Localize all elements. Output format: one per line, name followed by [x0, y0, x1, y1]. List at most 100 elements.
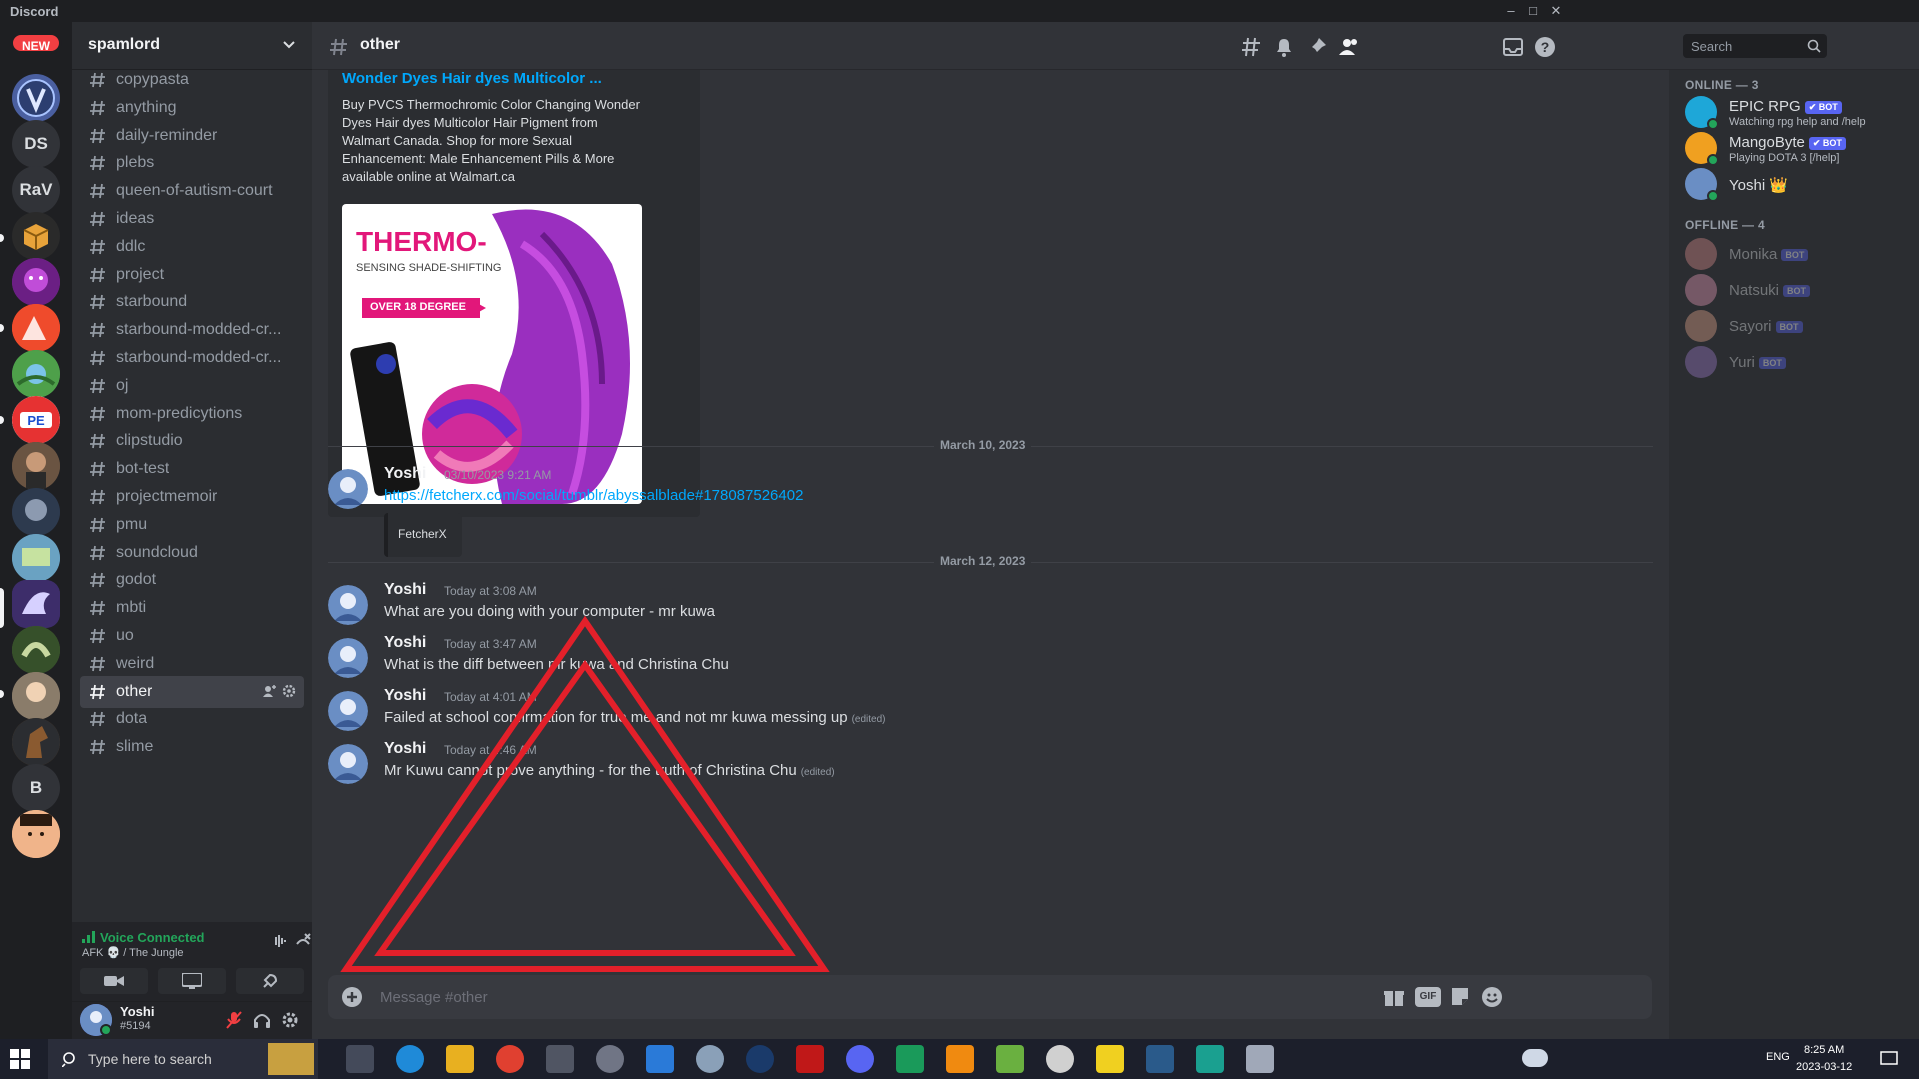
member-list-icon[interactable] [1337, 35, 1361, 59]
bell-icon[interactable] [1272, 35, 1296, 59]
server-icon-man[interactable] [12, 442, 60, 490]
guild-header[interactable]: spamlord [72, 22, 312, 70]
message-input[interactable] [380, 975, 1480, 1019]
gear-icon[interactable] [280, 1010, 300, 1030]
plus-icon[interactable] [342, 987, 362, 1007]
close-button[interactable]: ✕ [1545, 2, 1567, 20]
language-indicator[interactable]: ENG [1766, 1051, 1790, 1063]
member-item[interactable]: Yuri BOT [1677, 342, 1911, 384]
voice-location[interactable]: AFK 💀 / The Jungle [82, 946, 184, 959]
server-icon-pixel[interactable] [12, 534, 60, 582]
message-author[interactable]: Yoshi [384, 740, 426, 758]
server-icon-rav[interactable]: RaV [12, 166, 60, 214]
invite-icon[interactable] [262, 684, 276, 698]
vlc-icon[interactable] [946, 1045, 974, 1073]
steam-icon[interactable] [746, 1045, 774, 1073]
server-icon-person[interactable] [12, 672, 60, 720]
server-icon-purple[interactable] [12, 258, 60, 306]
new-badge[interactable]: NEW [10, 32, 62, 54]
sticky-notes-icon[interactable] [1096, 1045, 1124, 1073]
onedrive-icon[interactable] [1522, 1049, 1548, 1067]
hash-icon [90, 628, 105, 644]
chrome-icon[interactable] [496, 1045, 524, 1073]
search-input[interactable]: Search [1683, 34, 1827, 58]
server-icon-spamlord[interactable] [12, 580, 60, 628]
maximize-button[interactable]: □ [1522, 2, 1544, 20]
steam-window-icon[interactable] [1146, 1045, 1174, 1073]
windows-start-icon[interactable] [10, 1049, 30, 1069]
app-icon[interactable] [1246, 1045, 1274, 1073]
server-icon-box[interactable] [12, 212, 60, 260]
store-icon[interactable] [646, 1045, 674, 1073]
gear-icon[interactable] [282, 684, 296, 698]
avatar[interactable] [328, 469, 368, 509]
channel-item[interactable]: anything [80, 92, 304, 124]
noise-suppression-icon[interactable] [270, 932, 288, 950]
voice-status[interactable]: Voice Connected [100, 930, 205, 945]
animate-icon[interactable] [796, 1045, 824, 1073]
sticker-icon[interactable] [1448, 985, 1472, 1009]
server-icon-b[interactable]: B [12, 764, 60, 812]
disconnect-icon[interactable] [294, 932, 312, 950]
member-item[interactable]: Yoshi 👑 [1677, 164, 1911, 206]
channel-item[interactable]: ddlc [80, 231, 304, 263]
threads-icon[interactable] [1240, 35, 1264, 59]
taskbar-clock[interactable]: 8:25 AM 2023-03-12 [1796, 1042, 1852, 1076]
avatar[interactable] [80, 1004, 112, 1036]
server-icon-map[interactable] [12, 350, 60, 398]
camera-icon [104, 976, 124, 986]
server-icon-pe[interactable]: PE [12, 396, 60, 444]
task-view-icon[interactable] [346, 1045, 374, 1073]
channel-item[interactable]: oj [80, 370, 304, 402]
message-author[interactable]: Yoshi [384, 465, 426, 483]
embed-image[interactable]: THERMO- SENSING SHADE-SHIFTING OVER 18 D… [342, 204, 642, 504]
gif-button[interactable]: GIF [1415, 987, 1441, 1007]
avatar[interactable] [328, 691, 368, 731]
discord-taskbar-icon[interactable] [846, 1045, 874, 1073]
message-author[interactable]: Yoshi [384, 634, 426, 652]
server-icon-ds[interactable]: DS [12, 120, 60, 168]
pin-icon[interactable] [1305, 35, 1329, 59]
help-icon[interactable]: ? [1533, 35, 1557, 59]
minimize-button[interactable]: – [1500, 2, 1522, 20]
video-button[interactable] [80, 968, 148, 994]
server-icon-v[interactable] [12, 74, 60, 122]
gift-icon[interactable] [1382, 985, 1406, 1009]
headphones-icon[interactable] [252, 1010, 272, 1030]
edge-icon[interactable] [396, 1045, 424, 1073]
server-icon-orange[interactable] [12, 304, 60, 352]
server-icon-face[interactable] [12, 810, 60, 858]
terminal-icon[interactable] [546, 1045, 574, 1073]
channel-item[interactable]: slime [80, 731, 304, 763]
file-explorer-icon[interactable] [446, 1045, 474, 1073]
screenshare-button[interactable] [158, 968, 226, 994]
taskbar-search[interactable]: Type here to search [48, 1039, 318, 1079]
bot-badge: BOT [1783, 285, 1811, 298]
server-icon-horse[interactable] [12, 718, 60, 766]
server-icon-dark[interactable] [12, 488, 60, 536]
date-divider-label: March 10, 2023 [934, 438, 1032, 452]
channel-item[interactable]: pmu [80, 509, 304, 541]
channel-item[interactable]: weird [80, 648, 304, 680]
avatar[interactable] [328, 585, 368, 625]
message-link[interactable]: https://fetcherx.com/social/tumblr/abyss… [384, 487, 803, 504]
message-author[interactable]: Yoshi [384, 687, 426, 705]
settings-icon[interactable] [596, 1045, 624, 1073]
mute-icon[interactable] [224, 1010, 244, 1030]
avatar[interactable] [328, 638, 368, 678]
app-icon[interactable] [896, 1045, 924, 1073]
link-embed-fetcherx[interactable]: FetcherX [384, 513, 462, 557]
inbox-icon[interactable] [1501, 35, 1525, 59]
server-icon-green[interactable] [12, 626, 60, 674]
notepad-icon[interactable] [996, 1045, 1024, 1073]
activity-button[interactable] [236, 968, 304, 994]
emoji-icon[interactable] [1480, 985, 1504, 1009]
hash-icon [90, 517, 105, 532]
app-icon[interactable] [1046, 1045, 1074, 1073]
message-author[interactable]: Yoshi [384, 581, 426, 599]
avatar[interactable] [328, 744, 368, 784]
notification-icon[interactable] [1880, 1051, 1898, 1067]
embed-title[interactable]: Wonder Dyes Hair dyes Multicolor ... [342, 70, 602, 87]
app-icon[interactable] [696, 1045, 724, 1073]
app-icon[interactable] [1196, 1045, 1224, 1073]
